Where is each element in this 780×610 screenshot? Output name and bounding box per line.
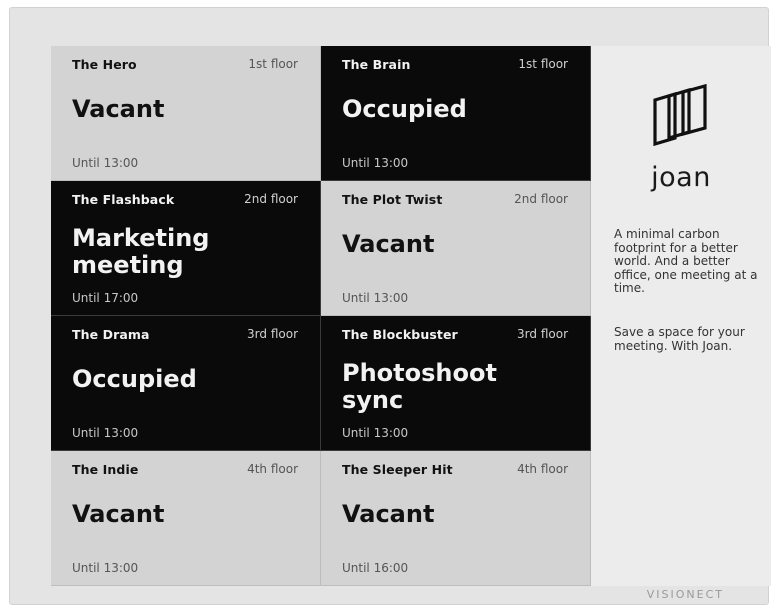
room-status: Occupied <box>342 95 467 123</box>
room-name: The Flashback <box>72 192 175 207</box>
device-brand-label: VISIONECT <box>646 588 724 601</box>
room-name: The Sleeper Hit <box>342 462 453 477</box>
room-tile-the-indie[interactable]: The Indie 4th floor Vacant Until 13:00 <box>51 451 321 586</box>
room-name: The Hero <box>72 57 137 72</box>
room-status: Vacant <box>72 95 165 123</box>
room-name: The Plot Twist <box>342 192 443 207</box>
room-until: Until 16:00 <box>342 561 409 575</box>
room-until: Until 13:00 <box>342 426 409 440</box>
room-tile-the-flashback[interactable]: The Flashback 2nd floor Marketing meetin… <box>51 181 321 316</box>
room-display-screen: The Hero 1st floor Vacant Until 13:00 Th… <box>51 46 771 586</box>
room-status: Vacant <box>72 500 165 528</box>
room-floor: 1st floor <box>248 57 298 71</box>
room-floor: 3rd floor <box>517 327 568 341</box>
room-grid: The Hero 1st floor Vacant Until 13:00 Th… <box>51 46 591 586</box>
room-floor: 4th floor <box>247 462 298 476</box>
room-floor: 3rd floor <box>247 327 298 341</box>
room-tile-the-brain[interactable]: The Brain 1st floor Occupied Until 13:00 <box>321 46 591 181</box>
room-until: Until 17:00 <box>72 291 139 305</box>
room-tile-the-plot-twist[interactable]: The Plot Twist 2nd floor Vacant Until 13… <box>321 181 591 316</box>
info-sidebar: joan A minimal carbon footprint for a be… <box>591 46 771 586</box>
room-name: The Drama <box>72 327 150 342</box>
joan-logo-icon <box>653 83 707 147</box>
room-until: Until 13:00 <box>72 561 139 575</box>
room-name: The Blockbuster <box>342 327 458 342</box>
room-status: Occupied <box>72 365 197 393</box>
room-floor: 2nd floor <box>514 192 568 206</box>
room-tile-the-sleeper-hit[interactable]: The Sleeper Hit 4th floor Vacant Until 1… <box>321 451 591 586</box>
room-status: Vacant <box>342 500 435 528</box>
room-until: Until 13:00 <box>72 156 139 170</box>
room-until: Until 13:00 <box>72 426 139 440</box>
room-tile-the-blockbuster[interactable]: The Blockbuster 3rd floor Photoshoot syn… <box>321 316 591 451</box>
room-floor: 1st floor <box>518 57 568 71</box>
tagline-text: A minimal carbon footprint for a better … <box>614 227 758 295</box>
room-status: Vacant <box>342 230 435 258</box>
e-paper-device: The Hero 1st floor Vacant Until 13:00 Th… <box>9 7 771 605</box>
room-floor: 4th floor <box>517 462 568 476</box>
joan-wordmark: joan <box>651 162 711 193</box>
room-tile-the-drama[interactable]: The Drama 3rd floor Occupied Until 13:00 <box>51 316 321 451</box>
room-tile-the-hero[interactable]: The Hero 1st floor Vacant Until 13:00 <box>51 46 321 181</box>
room-floor: 2nd floor <box>244 192 298 206</box>
room-until: Until 13:00 <box>342 156 409 170</box>
room-name: The Indie <box>72 462 139 477</box>
room-status: Marketing meeting <box>72 224 210 279</box>
room-until: Until 13:00 <box>342 291 409 305</box>
room-status: Photoshoot sync <box>342 359 497 414</box>
room-name: The Brain <box>342 57 411 72</box>
cta-text: Save a space for your meeting. With Joan… <box>614 325 745 353</box>
